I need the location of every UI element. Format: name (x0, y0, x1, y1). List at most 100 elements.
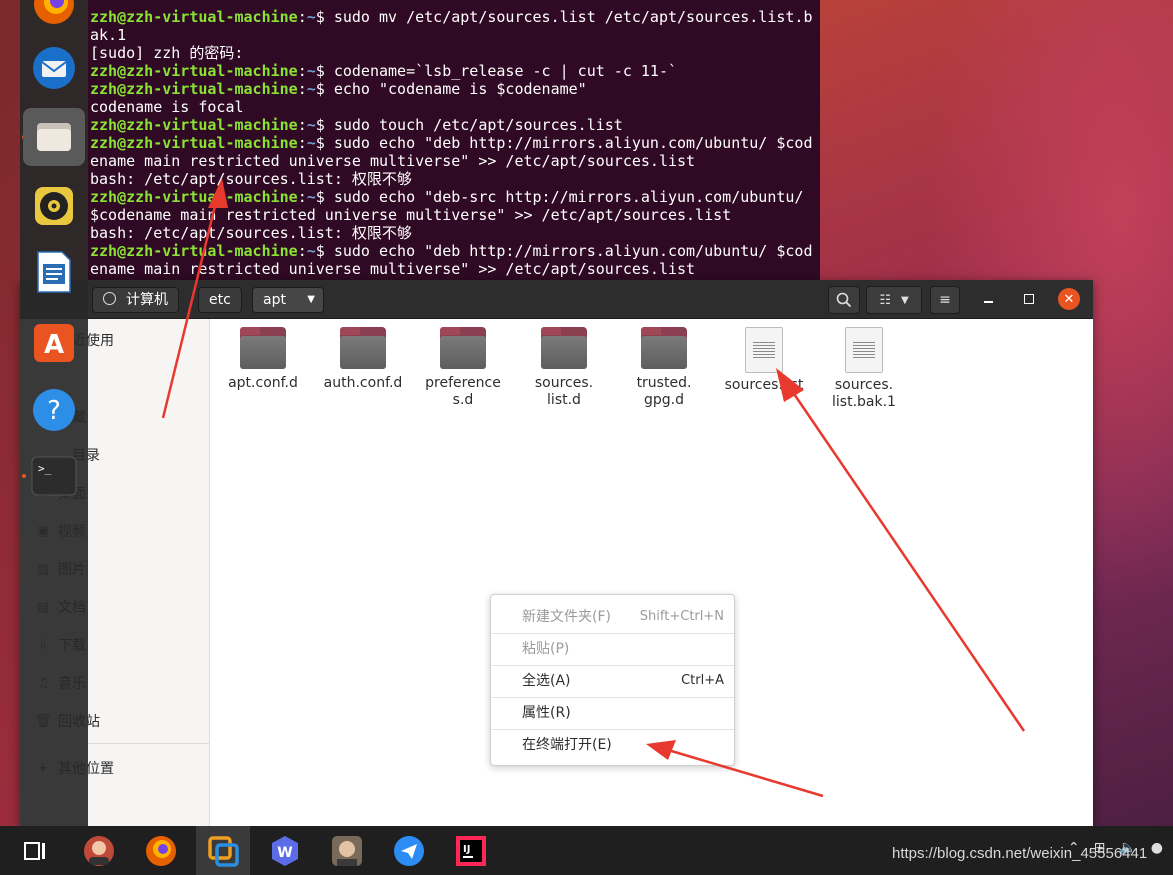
prompt-colon: : (297, 62, 307, 80)
output-text: bash: /etc/apt/sources.list: 权限不够 (90, 170, 412, 188)
terminal-line: $codename main restricted universe multi… (90, 206, 820, 224)
dock-firefox[interactable] (30, 0, 78, 28)
output-text: codename is focal (90, 98, 244, 116)
writer-icon (37, 251, 71, 293)
close-button[interactable]: ✕ (1058, 288, 1080, 310)
software-icon: A (34, 324, 74, 362)
taskbar-wps[interactable]: W (268, 834, 302, 868)
dock-help[interactable]: ? (30, 386, 78, 434)
item-name: sources. (834, 377, 894, 393)
file-item[interactable]: sources. list.bak.1 (819, 327, 909, 411)
view-mode-button[interactable]: ☷ ▼ (866, 286, 922, 314)
prompt-colon: : (297, 134, 307, 152)
context-menu: 新建文件夹(F) Shift+Ctrl+N 粘贴(P) 全选(A) Ctrl+A 属… (490, 594, 735, 766)
folder-item[interactable]: trusted. gpg.d (619, 327, 709, 409)
terminal-line: zzh@zzh-virtual-machine:~$ sudo echo "de… (90, 134, 820, 152)
prompt-path: ~ (306, 188, 316, 206)
prompt-path: ~ (306, 62, 316, 80)
item-name: auth.conf.d (323, 375, 403, 391)
minimize-button[interactable] (977, 288, 999, 310)
menu-item-select-all[interactable]: 全选(A) Ctrl+A (491, 665, 734, 697)
menu-button[interactable]: ≡ (930, 286, 960, 314)
thunderbird-icon (33, 47, 75, 89)
folder-icon (240, 327, 286, 369)
taskbar-task-view[interactable] (18, 834, 52, 868)
folder-icon (340, 327, 386, 369)
prompt-host: zzh@zzh-virtual-machine (90, 8, 298, 26)
prompt-host: zzh@zzh-virtual-machine (90, 62, 298, 80)
breadcrumb-label: apt (263, 292, 286, 308)
task-view-icon (24, 842, 45, 860)
menu-item-label: 在终端打开(E) (522, 737, 612, 753)
item-name: s.d (452, 392, 474, 408)
terminal-icon: >_ (31, 456, 77, 496)
svg-text:>_: >_ (38, 462, 52, 475)
menu-item-paste[interactable]: 粘贴(P) (491, 633, 734, 665)
dock-terminal[interactable]: >_ (30, 452, 78, 500)
maximize-button[interactable] (1018, 288, 1040, 310)
command-text: $ sudo touch /etc/apt/sources.list (315, 116, 623, 134)
close-icon: ✕ (1063, 291, 1075, 307)
dock-thunderbird[interactable] (30, 44, 78, 92)
terminal-line: codename is focal (90, 98, 820, 116)
prompt-colon: : (297, 188, 307, 206)
csdn-watermark: https://blog.csdn.net/weixin_45556441 (892, 845, 1148, 862)
prompt-path: ~ (306, 80, 316, 98)
menu-item-open-in-terminal[interactable]: 在终端打开(E) (491, 729, 734, 761)
dock-files[interactable] (23, 108, 85, 166)
folder-item[interactable]: apt.conf.d (218, 327, 308, 392)
prompt-colon: : (297, 116, 307, 134)
terminal-line: ename main restricted universe multivers… (90, 152, 820, 170)
avatar-app-icon (84, 836, 114, 866)
search-button[interactable] (828, 286, 860, 314)
maximize-icon (1024, 294, 1034, 304)
help-icon: ? (33, 389, 75, 431)
prompt-host: zzh@zzh-virtual-machine (90, 188, 298, 206)
list-view-icon: ☷ (879, 292, 891, 308)
terminal-line: zzh@zzh-virtual-machine:~$ sudo echo "de… (90, 242, 820, 260)
taskbar-feishu[interactable] (392, 834, 426, 868)
dock-software[interactable]: A (30, 318, 78, 366)
wps-icon: W (272, 836, 298, 866)
breadcrumb-apt[interactable]: apt ▼ (252, 287, 324, 313)
folder-icon (541, 327, 587, 369)
output-text: ak.1 (90, 26, 127, 44)
menu-item-properties[interactable]: 属性(R) (491, 697, 734, 729)
prompt-path: ~ (306, 242, 316, 260)
taskbar-vmware[interactable] (196, 826, 250, 875)
menu-item-label: 属性(R) (522, 705, 571, 721)
running-indicator (22, 474, 26, 478)
menu-item-label: 全选(A) (522, 673, 571, 689)
file-item[interactable]: sources.list (719, 327, 809, 394)
text-file-icon (745, 327, 783, 373)
taskbar-firefox[interactable] (144, 834, 178, 868)
item-name: trusted. (636, 375, 692, 391)
menu-item-label: 粘贴(P) (522, 641, 570, 657)
firefox-icon (34, 0, 74, 24)
prompt-host: zzh@zzh-virtual-machine (90, 134, 298, 152)
search-icon (836, 292, 852, 308)
command-text: $ sudo echo "deb http://mirrors.aliyun.c… (315, 242, 813, 260)
folder-item[interactable]: preference s.d (418, 327, 508, 409)
folder-item[interactable]: sources. list.d (519, 327, 609, 409)
breadcrumb-label: etc (209, 292, 231, 308)
item-name: sources.list (724, 377, 804, 393)
dock-rhythmbox[interactable] (30, 182, 78, 230)
command-text: $ sudo mv /etc/apt/sources.list /etc/apt… (315, 8, 813, 26)
breadcrumb-label: 计算机 (126, 292, 168, 308)
folder-item[interactable]: auth.conf.d (318, 327, 408, 392)
folder-icon (641, 327, 687, 369)
menu-item-new-folder[interactable]: 新建文件夹(F) Shift+Ctrl+N (491, 601, 734, 633)
qq-icon[interactable]: ● (1151, 840, 1163, 856)
output-text: ename main restricted universe multivers… (90, 152, 696, 170)
item-name: gpg.d (644, 392, 684, 408)
dock-writer[interactable] (30, 248, 78, 296)
taskbar-avatar-app[interactable] (82, 834, 116, 868)
taskbar-intellij[interactable]: IJ (454, 834, 488, 868)
breadcrumb-etc[interactable]: etc (198, 287, 242, 313)
firefox-icon (146, 836, 176, 866)
breadcrumb-computer[interactable]: 计算机 (92, 287, 179, 313)
taskbar-avatar-app-2[interactable] (330, 834, 364, 868)
terminal-line: zzh@zzh-virtual-machine:~$ sudo touch /e… (90, 116, 820, 134)
terminal-window[interactable]: zzh@zzh-virtual-machine:~$ sudo mv /etc/… (88, 0, 820, 290)
